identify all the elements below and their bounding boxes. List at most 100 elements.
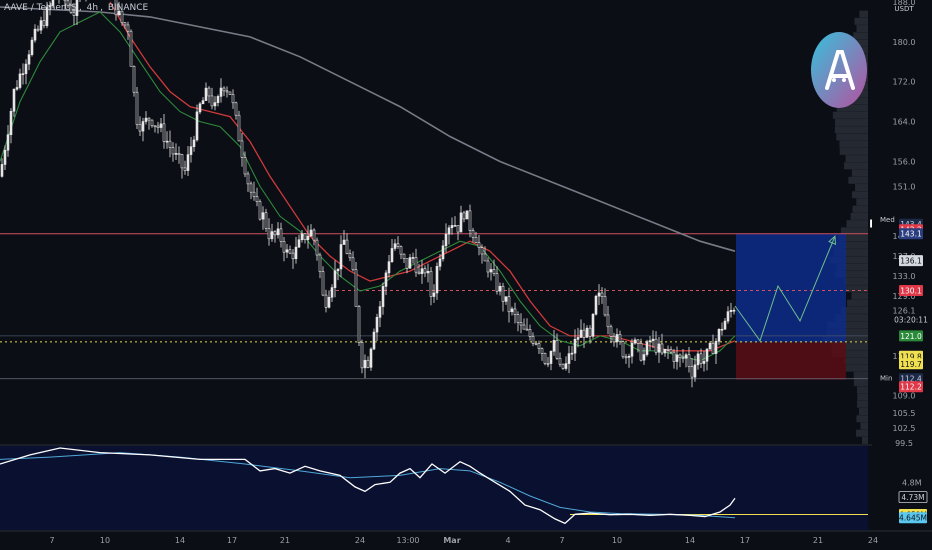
- candle-body: [510, 308, 514, 313]
- candle-body: [414, 257, 418, 273]
- candle-body: [333, 270, 337, 288]
- price-chart[interactable]: RESRESUSDT188.0180.0172.0164.0156.0151.0…: [0, 0, 932, 550]
- volume-profile-bar: [844, 277, 868, 285]
- candle-body: [144, 117, 148, 122]
- price-badge: 112.2: [899, 381, 923, 393]
- candle-body: [255, 196, 259, 202]
- price-badge-text: 03:20:11: [894, 315, 928, 324]
- chart-header: AAVE / TetherUS, 4h, BINANCE: [4, 3, 149, 13]
- candle-body: [711, 342, 715, 354]
- candle: [30, 37, 34, 57]
- side-label: Min: [880, 375, 892, 383]
- candle-body: [138, 124, 142, 132]
- candle-body: [288, 249, 292, 254]
- volume-profile-bar: [852, 205, 868, 213]
- candle-body: [591, 313, 595, 337]
- price-tick-label: 164.0: [893, 118, 916, 127]
- candle-body: [561, 363, 565, 369]
- candle-body: [696, 353, 700, 366]
- candle-body: [456, 225, 460, 233]
- candle-body: [186, 154, 190, 171]
- oscillator-badge: 4.73M: [898, 491, 928, 504]
- candle-body: [438, 258, 442, 267]
- candle-body: [129, 30, 133, 67]
- interval-label[interactable]: 4h: [87, 3, 98, 13]
- volume-profile-bar: [860, 422, 868, 430]
- candle-body: [504, 296, 508, 302]
- time-tick-label: 10: [612, 536, 622, 545]
- oscillator-pane: [0, 446, 868, 530]
- oscillator-badge-text: 4.73M: [901, 493, 924, 502]
- candle-body: [540, 348, 544, 354]
- candle-body: [405, 258, 409, 269]
- candle-body: [183, 167, 187, 171]
- candle-body: [231, 94, 235, 104]
- aave-logo-icon: [809, 30, 869, 110]
- oscillator-badge-text: 4.645M: [899, 514, 927, 523]
- price-badge-text: 130.1: [900, 287, 922, 296]
- candle-body: [423, 268, 427, 274]
- candle-body: [483, 253, 487, 262]
- candle-body: [12, 88, 16, 112]
- time-tick-label: 24: [355, 536, 365, 545]
- candle-body: [249, 183, 253, 193]
- price-badge-text: 119.7: [900, 360, 922, 369]
- candle-body: [465, 210, 469, 220]
- symbol-label[interactable]: AAVE / TetherUS: [4, 3, 77, 13]
- candle-body: [657, 343, 661, 353]
- volume-profile-bar: [852, 191, 868, 199]
- candle-body: [393, 243, 397, 249]
- candle-body: [15, 87, 19, 90]
- candle-body: [159, 123, 163, 128]
- candle: [258, 199, 262, 221]
- candle-body: [30, 39, 34, 55]
- price-tick-label: 126.1: [893, 306, 916, 315]
- stop-zone: [736, 342, 846, 380]
- candle-body: [18, 73, 22, 88]
- candle-body: [636, 339, 640, 344]
- candle-body: [363, 359, 367, 369]
- candle-body: [642, 354, 646, 361]
- price-tick-label: 102.5: [893, 424, 916, 433]
- candle: [357, 305, 361, 346]
- candle-body: [291, 252, 295, 260]
- price-tick-label: 151.0: [893, 182, 916, 191]
- candle-body: [558, 357, 562, 365]
- candle-body: [582, 329, 586, 338]
- candle-body: [171, 147, 175, 155]
- volume-profile-bar: [845, 155, 868, 163]
- candle-body: [330, 287, 334, 298]
- candle-body: [162, 123, 166, 142]
- candle-body: [660, 343, 664, 354]
- exchange-label: BINANCE: [107, 3, 149, 13]
- time-tick-label: 21: [280, 536, 290, 545]
- candle-body: [270, 231, 274, 240]
- candle-body: [285, 249, 289, 253]
- candle-body: [681, 357, 685, 360]
- candle-body: [327, 296, 331, 308]
- candle-body: [306, 235, 310, 240]
- candle-body: [498, 285, 502, 292]
- time-tick-label: 24: [868, 536, 878, 545]
- candle-body: [624, 356, 628, 359]
- price-tick-label: 99.5: [895, 439, 913, 448]
- candle-body: [378, 306, 382, 318]
- volume-profile-bar: [836, 133, 868, 141]
- candle-body: [384, 272, 388, 287]
- price-tick-label: 172.0: [893, 78, 916, 87]
- candle-body: [273, 231, 277, 236]
- volume-profile-bar: [854, 17, 868, 25]
- candle-body: [0, 164, 4, 177]
- time-tick-label: 21: [813, 536, 823, 545]
- candle-body: [597, 292, 601, 297]
- candle-body: [21, 73, 25, 75]
- candle-body: [519, 322, 523, 326]
- candle-body: [222, 87, 226, 92]
- candle-body: [585, 327, 589, 338]
- candle-body: [132, 66, 136, 93]
- volume-profile-bar: [839, 140, 868, 148]
- candle-body: [411, 257, 415, 259]
- candle-body: [435, 266, 439, 294]
- time-tick-label: 14: [685, 536, 695, 545]
- candle-body: [594, 295, 598, 315]
